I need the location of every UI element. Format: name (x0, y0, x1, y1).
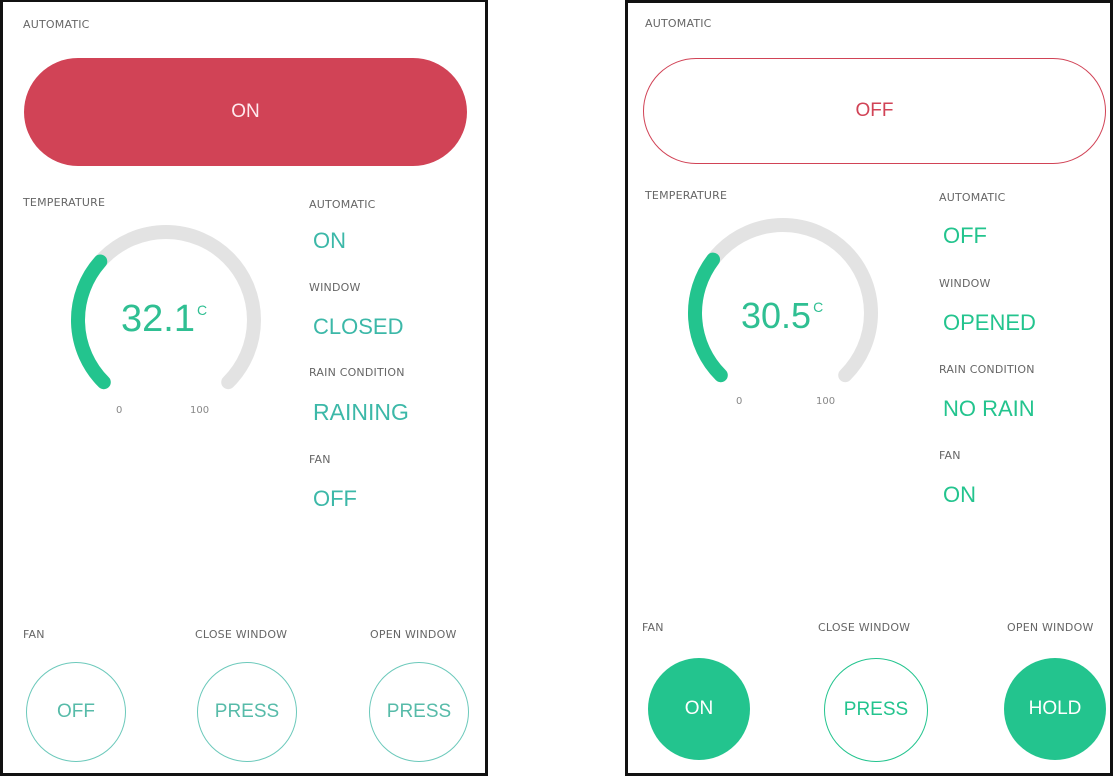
status-fan-label: FAN (309, 453, 331, 466)
open-window-button[interactable]: PRESS (369, 662, 469, 762)
close-window-control-label: CLOSE WINDOW (195, 628, 288, 641)
status-window-label: WINDOW (939, 277, 991, 290)
gauge-min-label: 0 (736, 396, 743, 407)
status-window-label: WINDOW (309, 281, 361, 294)
status-automatic-label: AUTOMATIC (939, 191, 1006, 204)
temperature-label: TEMPERATURE (23, 196, 106, 209)
status-fan-value: OFF (313, 486, 357, 511)
status-window-value: CLOSED (313, 314, 404, 339)
temperature-value: 30.5 (741, 295, 812, 336)
status-window-value: OPENED (943, 310, 1036, 335)
status-fan-label: FAN (939, 449, 961, 462)
status-fan-value: ON (943, 482, 976, 507)
app-panel-left: AUTOMATIC ON TEMPERATURE 32.1 C 0 100 AUT… (0, 0, 488, 776)
temperature-unit: C (813, 299, 824, 315)
close-window-button[interactable]: PRESS (824, 658, 928, 762)
temperature-value: 32.1 (121, 298, 195, 340)
app-panel-right: AUTOMATIC OFF TEMPERATURE 30.5 C 0 100 AU… (625, 0, 1113, 776)
automatic-section-label: AUTOMATIC (645, 17, 712, 30)
open-window-control-label: OPEN WINDOW (1007, 621, 1094, 634)
status-rain-value: RAINING (313, 399, 409, 425)
temperature-readout: 30.5 C (741, 295, 823, 337)
temperature-unit: C (196, 302, 208, 318)
gauge-fill (688, 252, 728, 383)
status-automatic-value: OFF (943, 223, 987, 248)
status-rain-label: RAIN CONDITION (939, 363, 1035, 376)
fan-button[interactable]: OFF (26, 662, 126, 762)
gauge-max-label: 100 (816, 396, 836, 407)
gauge-max-label: 100 (190, 405, 210, 416)
status-automatic-value: ON (313, 228, 346, 253)
fan-control-label: FAN (23, 628, 45, 641)
open-window-control-label: OPEN WINDOW (370, 628, 457, 641)
temperature-label: TEMPERATURE (645, 189, 728, 202)
gauge-min-label: 0 (116, 405, 123, 416)
gauge-fill (71, 254, 111, 390)
automatic-toggle-button[interactable]: OFF (643, 58, 1106, 164)
status-automatic-label: AUTOMATIC (309, 198, 376, 211)
fan-control-label: FAN (642, 621, 664, 634)
open-window-button[interactable]: HOLD (1004, 658, 1106, 760)
automatic-toggle-button[interactable]: ON (24, 58, 467, 166)
close-window-button[interactable]: PRESS (197, 662, 297, 762)
status-rain-value: NO RAIN (943, 396, 1035, 421)
close-window-control-label: CLOSE WINDOW (818, 621, 911, 634)
temperature-readout: 32.1 C (121, 298, 207, 341)
automatic-section-label: AUTOMATIC (23, 18, 90, 31)
status-rain-label: RAIN CONDITION (309, 366, 405, 379)
fan-button[interactable]: ON (648, 658, 750, 760)
